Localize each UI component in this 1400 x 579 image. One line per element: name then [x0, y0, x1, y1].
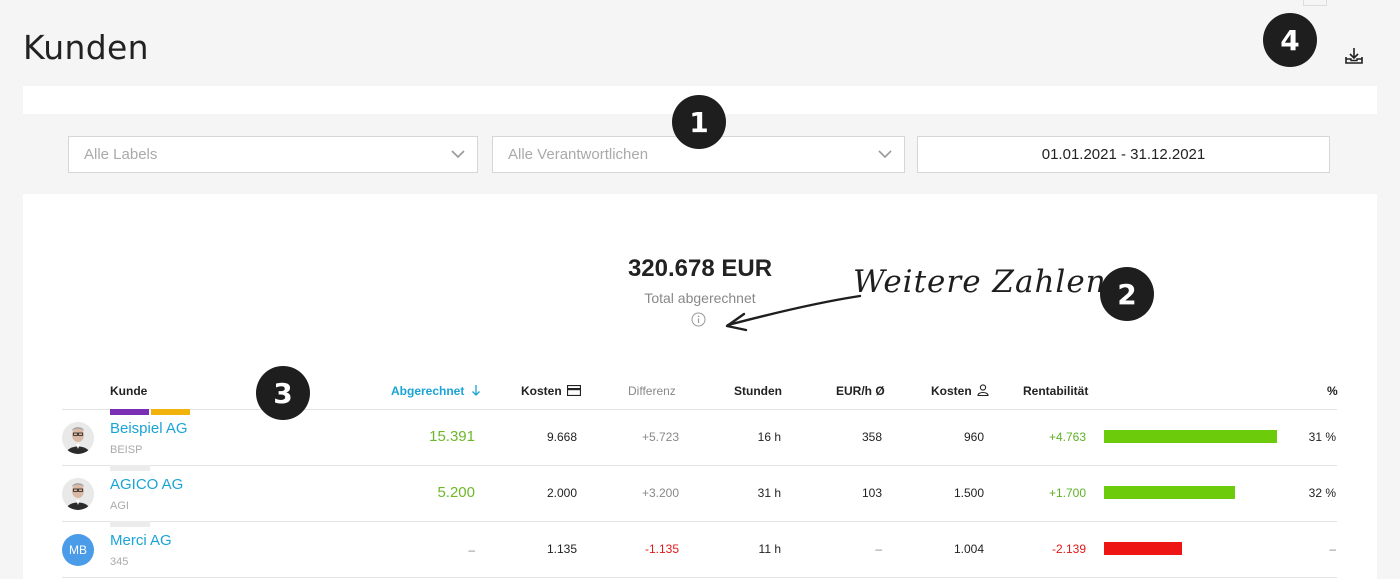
cost-value: 9.668: [546, 430, 577, 444]
label-tags: [110, 409, 190, 417]
date-range-field[interactable]: 01.01.2021 - 31.12.2021: [917, 136, 1330, 173]
download-tray-icon: [1345, 48, 1363, 64]
callout-badge-2: 2: [1100, 267, 1154, 321]
header-cost[interactable]: Kosten: [521, 384, 582, 398]
table-row[interactable]: Beispiel AG BEISP 15.391 9.668 +5.723 16 h 358…: [62, 409, 1337, 466]
customer-code: BEISP: [110, 444, 143, 456]
percent-value: 32 %: [1308, 486, 1336, 500]
export-button[interactable]: [1340, 44, 1368, 68]
header-cost-staff[interactable]: Kosten: [931, 384, 989, 398]
header-rate[interactable]: EUR/h Ø: [836, 384, 885, 398]
hours-value: 11 h: [758, 542, 781, 556]
profit-value: +4.763: [1048, 430, 1086, 444]
profit-value: +1.700: [1048, 486, 1086, 500]
cost-staff-value: 1.004: [953, 542, 984, 556]
difference-value: -1.135: [644, 542, 679, 556]
billed-value: –: [468, 543, 475, 557]
labels-filter-select[interactable]: Alle Labels: [68, 136, 478, 173]
date-range-value: 01.01.2021 - 31.12.2021: [1041, 146, 1206, 163]
billed-value: 5.200: [437, 484, 475, 501]
hours-value: 31 h: [757, 486, 781, 500]
label-tag: [151, 409, 190, 415]
annotation-arrow: [725, 294, 862, 332]
cost-value: 1.135: [546, 542, 577, 556]
customer-name-link[interactable]: AGICO AG: [110, 476, 183, 493]
header-hours[interactable]: Stunden: [734, 384, 782, 398]
corner-divider: [1303, 0, 1327, 6]
header-customer[interactable]: Kunde: [110, 384, 147, 398]
callout-badge-1: 1: [672, 95, 726, 149]
percent-value: 31 %: [1308, 430, 1336, 444]
hours-value: 16 h: [757, 430, 781, 444]
person-icon: [977, 384, 989, 397]
table-row[interactable]: AGICO AG AGI 5.200 2.000 +3.200 31 h 103 1.500 +…: [62, 465, 1337, 522]
customer-name-link[interactable]: Beispiel AG: [110, 420, 188, 437]
chevron-down-icon: [451, 150, 465, 159]
label-tag: [110, 409, 149, 415]
page-title: Kunden: [23, 28, 149, 67]
responsible-filter-value: Alle Verantwortlichen: [508, 146, 649, 163]
header-billed[interactable]: Abgerechnet: [391, 384, 481, 398]
header-profitability[interactable]: Rentabilität: [1023, 384, 1088, 398]
annotation-text: Weitere Zahlen: [853, 264, 1107, 300]
callout-badge-4: 4: [1263, 13, 1317, 67]
avatar: [62, 478, 94, 510]
cost-value: 2.000: [546, 486, 577, 500]
header-percent[interactable]: %: [1327, 384, 1338, 398]
avatar: [62, 422, 94, 454]
chevron-down-icon: [878, 150, 892, 159]
profitability-bar: [1104, 430, 1277, 443]
cost-staff-value: 960: [963, 430, 984, 444]
difference-value: +3.200: [641, 486, 679, 500]
rate-value: –: [875, 542, 882, 556]
cost-staff-value: 1.500: [953, 486, 984, 500]
billed-value: 15.391: [429, 428, 475, 445]
arrow-down-icon: [471, 385, 480, 396]
kpi-total-value: 320.678 EUR: [627, 255, 773, 282]
credit-card-icon: [566, 384, 582, 397]
row-divider: [62, 577, 1337, 578]
profitability-bar: [1104, 542, 1182, 555]
rate-value: 103: [861, 486, 882, 500]
rate-value: 358: [861, 430, 882, 444]
header-difference[interactable]: Differenz: [628, 384, 676, 398]
profit-value: -2.139: [1051, 542, 1086, 556]
avatar: MB: [62, 534, 94, 566]
percent-value: –: [1329, 542, 1336, 556]
profitability-bar: [1104, 486, 1235, 499]
label-tag-placeholder: [110, 465, 150, 471]
label-tag-placeholder: [110, 521, 150, 527]
customer-code: AGI: [110, 500, 129, 512]
labels-filter-value: Alle Labels: [84, 146, 158, 163]
difference-value: +5.723: [641, 430, 679, 444]
table-row[interactable]: MB Merci AG 345 – 1.135 -1.135 11 h – 1.004 -2.13…: [62, 521, 1337, 578]
callout-badge-3: 3: [256, 366, 310, 420]
customer-code: 345: [110, 556, 129, 568]
customer-name-link[interactable]: Merci AG: [110, 532, 172, 549]
